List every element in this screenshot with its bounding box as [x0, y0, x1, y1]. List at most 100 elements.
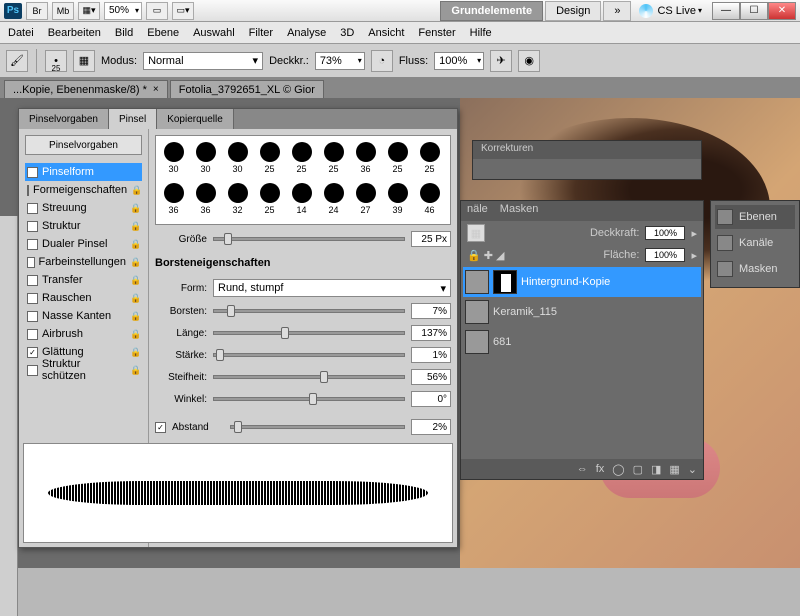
menu-bild[interactable]: Bild — [115, 27, 133, 39]
menu-filter[interactable]: Filter — [249, 27, 273, 39]
menu-bearbeiten[interactable]: Bearbeiten — [48, 27, 101, 39]
sidebar-item[interactable]: Struktur schützen🔒 — [25, 361, 142, 379]
checkbox[interactable] — [27, 167, 38, 178]
menu-analyse[interactable]: Analyse — [287, 27, 326, 39]
sidebar-item[interactable]: Farbeinstellungen🔒 — [25, 253, 142, 271]
tab-kopierquelle[interactable]: Kopierquelle — [157, 109, 234, 129]
tab-kanaele[interactable]: näle — [467, 203, 488, 219]
workspace-design[interactable]: Design — [545, 1, 601, 21]
checkbox[interactable] — [27, 203, 38, 214]
brush-preset[interactable]: 59 — [158, 220, 189, 225]
fill-icon[interactable]: ▢ — [633, 463, 643, 476]
form-dropdown[interactable]: Rund, stumpf▾ — [213, 279, 451, 297]
slider[interactable] — [213, 375, 405, 379]
mask-icon[interactable]: ◯ — [612, 463, 624, 476]
brush-preset[interactable]: 30 — [190, 138, 221, 178]
layer-row[interactable]: Hintergrund-Kopie — [463, 267, 701, 297]
checkbox[interactable] — [27, 311, 38, 322]
brush-preset[interactable]: 11 — [190, 220, 221, 225]
close-icon[interactable]: × — [153, 84, 159, 95]
slider-value[interactable]: 56% — [411, 369, 451, 385]
layer-filter-icon[interactable]: ▦ — [467, 224, 485, 242]
layer-row[interactable]: Keramik_115 — [463, 297, 701, 327]
brush-preset[interactable]: 36 — [190, 179, 221, 219]
checkbox[interactable] — [27, 275, 38, 286]
dock-ebenen[interactable]: Ebenen — [715, 205, 795, 229]
modus-dropdown[interactable]: Normal▾ — [143, 52, 263, 70]
tab-pinsel[interactable]: Pinsel — [109, 109, 157, 129]
lock-icons[interactable]: 🔒 ✚ ◢ — [467, 249, 505, 262]
link-icon[interactable]: ⇔ — [577, 463, 588, 475]
brush-preset[interactable]: 25 — [254, 138, 285, 178]
brush-preset[interactable]: 14 — [286, 179, 317, 219]
checkbox[interactable] — [27, 329, 38, 340]
slider-value[interactable]: 7% — [411, 303, 451, 319]
sidebar-item[interactable]: Nasse Kanten🔒 — [25, 307, 142, 325]
brush-preset[interactable]: 30 — [158, 138, 189, 178]
airbrush-icon[interactable]: ✈ — [490, 50, 512, 72]
brush-preset[interactable]: 25 — [414, 138, 445, 178]
menu-ebene[interactable]: Ebene — [147, 27, 179, 39]
menu-fenster[interactable]: Fenster — [418, 27, 455, 39]
brush-preset[interactable]: 25 — [382, 138, 413, 178]
maximize-button[interactable]: ☐ — [740, 2, 768, 20]
pressure-opacity-icon[interactable]: ◔ — [371, 50, 393, 72]
menu-ansicht[interactable]: Ansicht — [368, 27, 404, 39]
slider-value[interactable]: 0° — [411, 391, 451, 407]
sidebar-item[interactable]: Pinselform — [25, 163, 142, 181]
screen-mode-button[interactable]: ▭▾ — [172, 2, 194, 20]
group-icon[interactable]: ◨ — [651, 463, 661, 476]
menu-3d[interactable]: 3D — [340, 27, 354, 39]
zoom-dropdown[interactable]: 50% — [104, 2, 142, 20]
abstand-checkbox[interactable] — [155, 422, 166, 433]
abstand-slider[interactable] — [230, 425, 405, 429]
trash-icon[interactable]: ⌄ — [688, 463, 697, 476]
sidebar-item[interactable]: Transfer🔒 — [25, 271, 142, 289]
slider-value[interactable]: 1% — [411, 347, 451, 363]
fluss-input[interactable]: 100% — [434, 52, 484, 70]
view-extras-button[interactable]: ▦▾ — [78, 2, 100, 20]
close-button[interactable]: ✕ — [768, 2, 796, 20]
sidebar-item[interactable]: Struktur🔒 — [25, 217, 142, 235]
brush-preset[interactable]: 39 — [382, 179, 413, 219]
checkbox[interactable] — [27, 257, 35, 268]
slider[interactable] — [213, 397, 405, 401]
menu-hilfe[interactable]: Hilfe — [470, 27, 492, 39]
layer-row[interactable]: 681 — [463, 327, 701, 357]
checkbox[interactable] — [27, 185, 29, 196]
brush-preset[interactable]: 25 — [286, 138, 317, 178]
pressure-size-icon[interactable]: ◉ — [518, 50, 540, 72]
pinselvorgaben-button[interactable]: Pinselvorgaben — [25, 135, 142, 155]
workspace-grundelemente[interactable]: Grundelemente — [440, 1, 543, 21]
checkbox[interactable] — [27, 365, 38, 376]
checkbox[interactable] — [27, 221, 38, 232]
cs-live[interactable]: CS Live ▾ — [639, 4, 702, 18]
menu-datei[interactable]: Datei — [8, 27, 34, 39]
brush-preset[interactable]: 36 — [158, 179, 189, 219]
tab-pinselvorgaben[interactable]: Pinselvorgaben — [19, 109, 109, 129]
brush-preset[interactable]: 17 — [222, 220, 253, 225]
brush-preset[interactable]: 25 — [254, 179, 285, 219]
brush-preset[interactable]: 25 — [318, 138, 349, 178]
slider[interactable] — [213, 309, 405, 313]
fx-icon[interactable]: fx — [596, 463, 605, 475]
brush-panel-toggle[interactable]: ▦ — [73, 50, 95, 72]
minibridge-button[interactable]: Mb — [52, 2, 74, 20]
dock-kanaele[interactable]: Kanäle — [715, 231, 795, 255]
checkbox[interactable] — [27, 293, 38, 304]
size-value[interactable]: 25 Px — [411, 231, 451, 247]
minimize-button[interactable]: — — [712, 2, 740, 20]
workspace-more[interactable]: » — [603, 1, 631, 21]
sidebar-item[interactable]: Rauschen🔒 — [25, 289, 142, 307]
slider[interactable] — [213, 353, 405, 357]
deckkraft-value[interactable]: 100% — [645, 226, 685, 240]
sidebar-item[interactable]: Streuung🔒 — [25, 199, 142, 217]
brush-preset-picker[interactable]: 25• — [45, 50, 67, 72]
tool-preset-icon[interactable]: 🖌 — [6, 50, 28, 72]
brush-preset[interactable]: 32 — [222, 179, 253, 219]
checkbox[interactable] — [27, 239, 38, 250]
brush-preset[interactable]: 36 — [350, 138, 381, 178]
korrekturen-panel[interactable]: Korrekturen — [472, 140, 702, 180]
tab-masken[interactable]: Masken — [500, 203, 539, 219]
deckkraft-input[interactable]: 73% — [315, 52, 365, 70]
